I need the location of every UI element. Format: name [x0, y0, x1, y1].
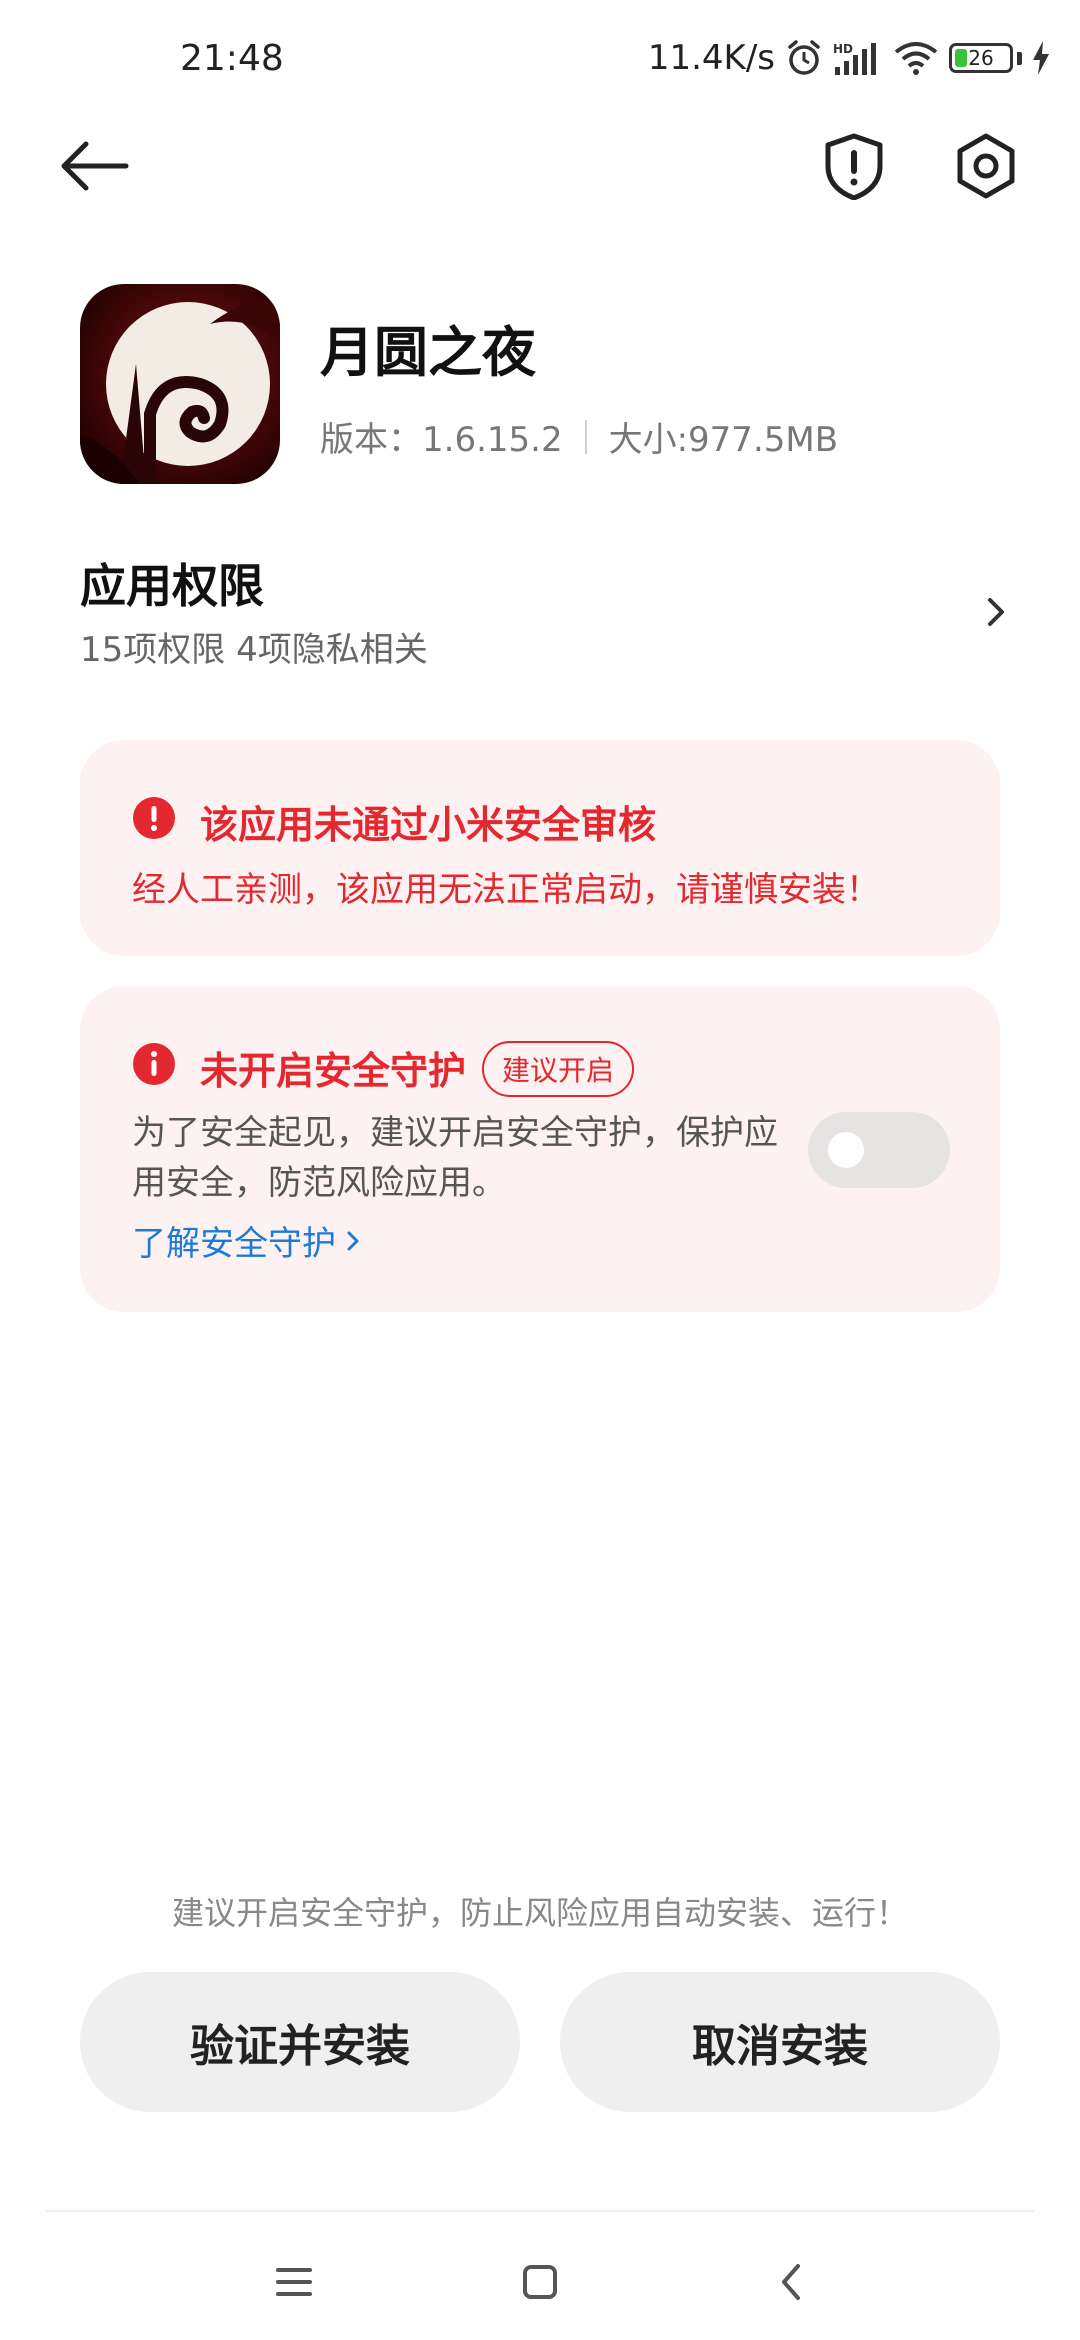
app-version: 版本：1.6.15.2	[320, 420, 563, 460]
status-icons: 11.4K/s HD 26	[648, 38, 1050, 78]
cancel-install-button[interactable]: 取消安装	[560, 1972, 1000, 2112]
settings-hex-icon	[957, 133, 1015, 199]
permissions-subtitle: 15项权限 4项隐私相关	[80, 630, 428, 670]
status-bar: 21:48 11.4K/s HD 26	[0, 0, 1080, 120]
suggest-badge: 建议开启	[482, 1041, 635, 1097]
warning-title: 该应用未通过小米安全审核	[200, 803, 657, 847]
chevron-right-small-icon	[347, 1231, 359, 1250]
verify-install-button[interactable]: 验证并安装	[80, 1972, 520, 2112]
warning-description: 经人工亲测，该应用无法正常启动，请谨慎安装！	[132, 870, 880, 910]
alarm-icon	[788, 40, 820, 75]
app-size: 大小:977.5MB	[608, 420, 839, 460]
protection-title: 未开启安全守护	[200, 1049, 467, 1093]
battery-level: 26	[968, 46, 994, 70]
app-meta: 版本：1.6.15.2 大小:977.5MB	[320, 412, 838, 461]
app-name: 月圆之夜	[320, 321, 536, 384]
alert-circle-icon	[133, 797, 175, 839]
app-permissions-row[interactable]: 应用权限 15项权限 4项隐私相关	[80, 550, 1010, 680]
network-speed: 11.4K/s	[647, 38, 775, 78]
protection-description: 为了安全起见，建议开启安全守护，保护应用安全，防范风险应用。	[132, 1113, 778, 1203]
protection-toggle[interactable]	[808, 1112, 950, 1188]
chevron-right-icon	[988, 598, 1004, 626]
back-button[interactable]	[58, 132, 134, 200]
status-time: 21:48	[180, 38, 284, 79]
menu-icon[interactable]	[264, 2252, 324, 2312]
nav-back-icon[interactable]	[762, 2252, 822, 2312]
toggle-knob	[828, 1132, 864, 1168]
app-icon	[80, 284, 280, 484]
back-arrow-icon	[61, 141, 129, 191]
wifi-icon	[894, 42, 938, 75]
security-shield-button[interactable]	[822, 132, 886, 201]
charging-icon	[1033, 41, 1049, 75]
meta-divider	[584, 419, 587, 454]
learn-protection-link[interactable]: 了解安全守护	[132, 1216, 364, 1265]
hd-signal-icon: HD	[833, 42, 876, 75]
battery-icon: 26	[949, 43, 1013, 73]
settings-button[interactable]	[952, 132, 1020, 200]
protection-card: 未开启安全守护 建议开启 为了安全起见，建议开启安全守护，保护应用安全，防范风险…	[80, 986, 1000, 1312]
security-warning-card: 该应用未通过小米安全审核 经人工亲测，该应用无法正常启动，请谨慎安装！	[80, 740, 1000, 956]
svg-text:HD: HD	[833, 42, 853, 56]
permissions-title: 应用权限	[80, 559, 264, 613]
home-icon[interactable]	[510, 2252, 570, 2312]
navigation-bar	[0, 2212, 1080, 2340]
shield-alert-icon	[825, 133, 883, 201]
bottom-hint: 建议开启安全守护，防止风险应用自动安装、运行！	[171, 1894, 908, 1932]
learn-link-label: 了解安全守护	[132, 1224, 336, 1264]
info-circle-icon	[133, 1043, 175, 1085]
